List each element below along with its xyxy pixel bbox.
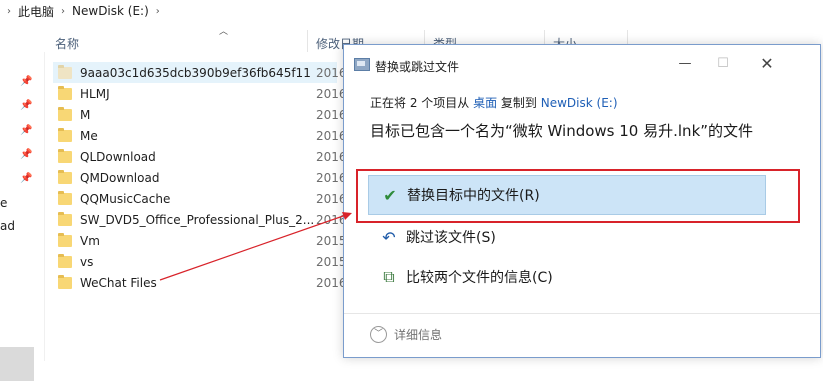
annotation-arrow [159, 212, 352, 281]
annotation-arrow-head [342, 212, 352, 220]
annotation-arrow-line [159, 214, 347, 281]
